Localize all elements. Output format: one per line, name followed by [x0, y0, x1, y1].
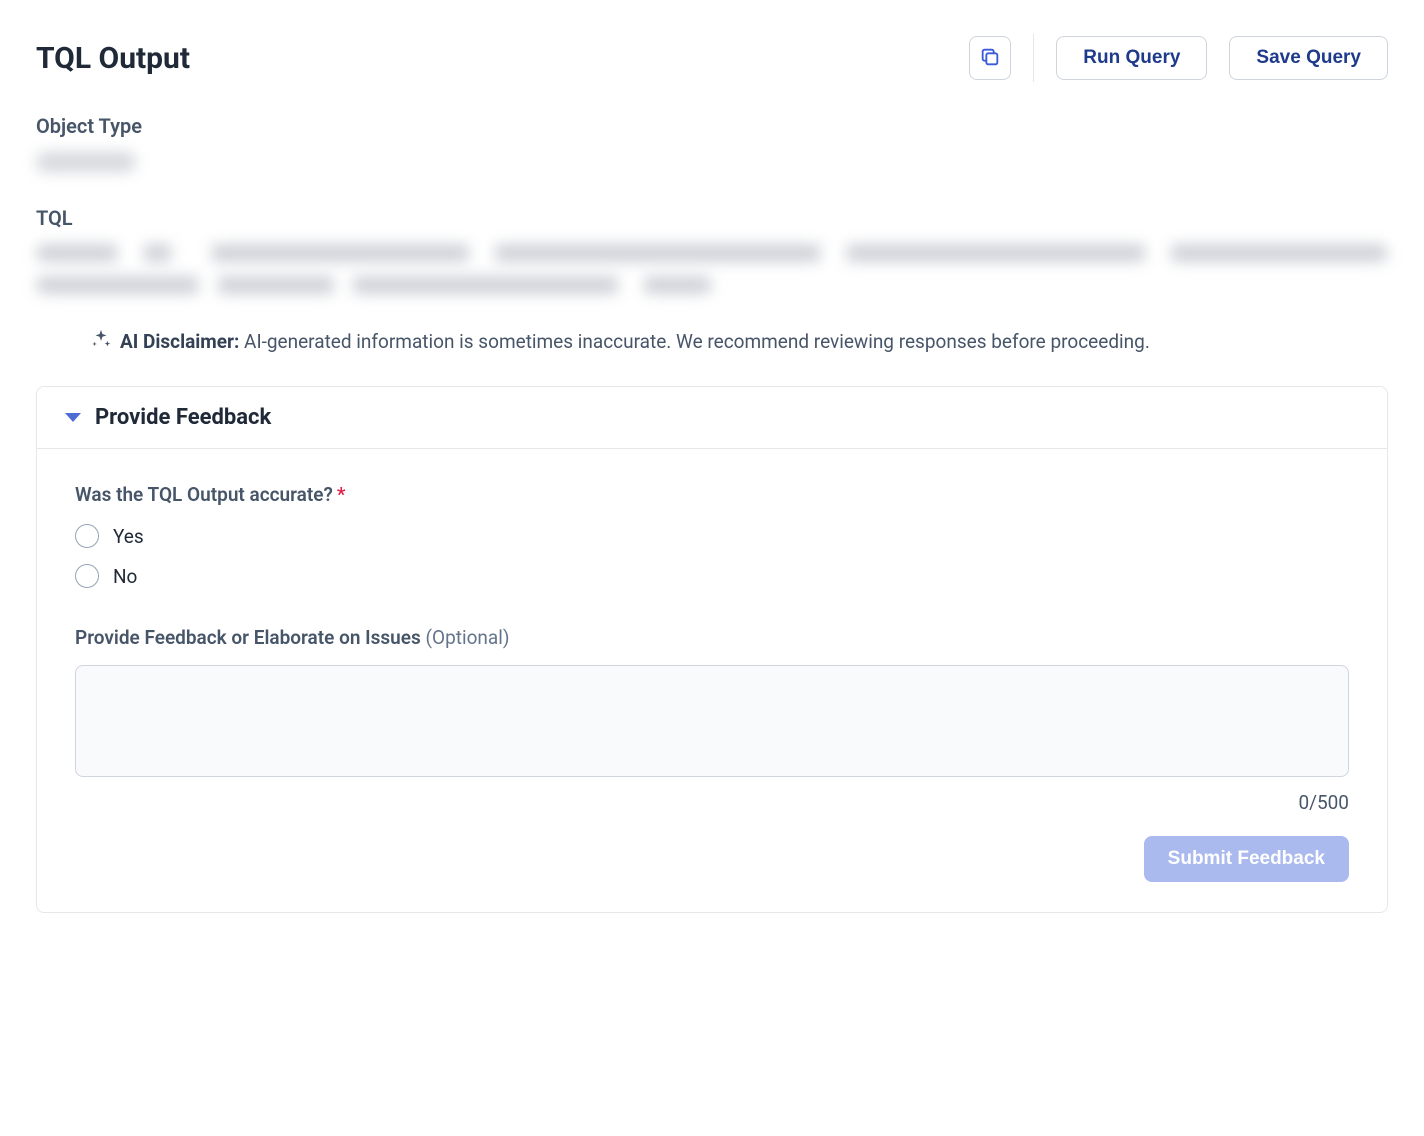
submit-row: Submit Feedback	[75, 836, 1349, 882]
header-actions: Run Query Save Query	[969, 34, 1388, 82]
radio-icon	[75, 564, 99, 588]
run-query-button[interactable]: Run Query	[1056, 36, 1207, 80]
accuracy-question: Was the TQL Output accurate?*	[75, 483, 1349, 506]
disclaimer-body: AI-generated information is sometimes in…	[239, 330, 1150, 353]
feedback-textarea[interactable]	[75, 665, 1349, 777]
sparkle-icon	[90, 328, 112, 354]
feedback-panel-toggle[interactable]: Provide Feedback	[37, 387, 1387, 449]
optional-hint: (Optional)	[426, 626, 510, 649]
copy-icon	[979, 46, 1001, 71]
char-count: 0/500	[75, 791, 1349, 814]
radio-icon	[75, 524, 99, 548]
elaborate-label: Provide Feedback or Elaborate on Issues …	[75, 626, 1349, 649]
accuracy-question-text: Was the TQL Output accurate?	[75, 483, 333, 506]
disclaimer-prefix: AI Disclaimer:	[120, 330, 239, 353]
header: TQL Output Run Query Save Query	[36, 34, 1388, 82]
caret-down-icon	[65, 413, 81, 422]
radio-label-yes: Yes	[113, 525, 144, 548]
radio-option-no[interactable]: No	[75, 564, 1349, 588]
page-title: TQL Output	[36, 41, 190, 76]
tql-label: TQL	[36, 206, 1388, 230]
feedback-body: Was the TQL Output accurate?* Yes No Pro…	[37, 449, 1387, 912]
tql-content-redacted	[36, 244, 1388, 262]
feedback-panel: Provide Feedback Was the TQL Output accu…	[36, 386, 1388, 913]
save-query-button[interactable]: Save Query	[1229, 36, 1388, 80]
object-type-label: Object Type	[36, 114, 1388, 138]
copy-button[interactable]	[969, 36, 1011, 80]
divider	[1033, 34, 1034, 82]
radio-label-no: No	[113, 565, 137, 588]
submit-feedback-button[interactable]: Submit Feedback	[1144, 836, 1349, 882]
radio-option-yes[interactable]: Yes	[75, 524, 1349, 548]
feedback-panel-title: Provide Feedback	[95, 405, 271, 430]
required-mark: *	[337, 483, 346, 506]
ai-disclaimer: AI Disclaimer: AI-generated information …	[36, 328, 1388, 354]
disclaimer-text: AI Disclaimer: AI-generated information …	[120, 330, 1150, 353]
tql-content-redacted	[36, 276, 712, 294]
elaborate-label-text: Provide Feedback or Elaborate on Issues	[75, 626, 421, 649]
object-type-value-redacted	[36, 152, 136, 172]
